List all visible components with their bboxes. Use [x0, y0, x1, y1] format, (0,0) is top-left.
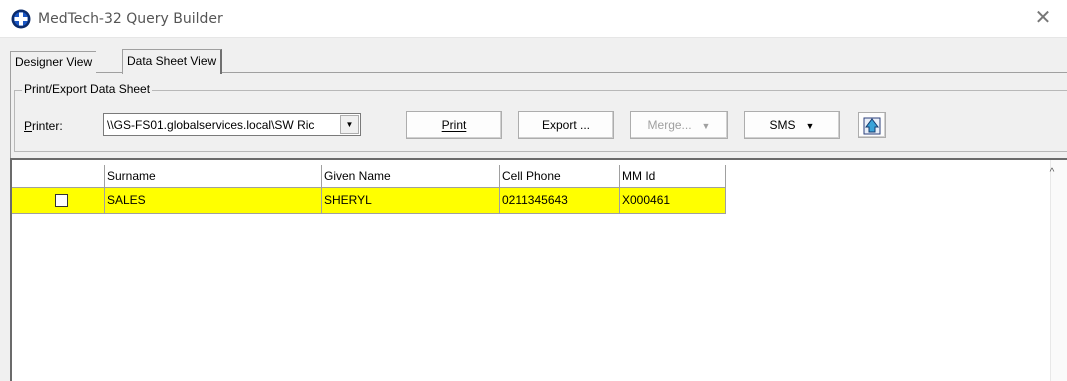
column-header-given-name[interactable]: Given Name — [322, 165, 500, 188]
printer-value: \\GS-FS01.globalservices.local\SW Ric — [107, 118, 315, 132]
tree-upload-button[interactable] — [858, 112, 886, 138]
scroll-up-arrow-icon[interactable]: ^ — [1045, 166, 1059, 180]
table-cell-cell-phone[interactable]: 0211345643 — [500, 188, 620, 214]
tree-upload-icon — [863, 117, 881, 135]
close-icon: ✕ — [1034, 7, 1052, 29]
window-title: MedTech-32 Query Builder — [38, 11, 223, 27]
data-sheet-grid[interactable]: Surname Given Name Cell Phone MM Id SALE… — [10, 158, 1067, 381]
medtech-app-icon — [11, 9, 31, 29]
export-button[interactable]: Export ... — [518, 111, 614, 139]
row-header-corner — [12, 165, 105, 188]
tab-data-sheet-view[interactable]: Data Sheet View — [122, 49, 223, 74]
tab-designer-view[interactable]: Designer View — [10, 51, 97, 73]
table-cell-surname[interactable]: SALES — [105, 188, 322, 214]
table-cell-given-name[interactable]: SHERYL — [322, 188, 500, 214]
table-cell-mm-id[interactable]: X000461 — [620, 188, 726, 214]
row-checkbox[interactable] — [55, 194, 68, 207]
merge-button[interactable]: Merge... ▼ — [630, 111, 728, 139]
vertical-scrollbar[interactable]: ^ — [1050, 160, 1067, 381]
column-header-mm-id[interactable]: MM Id — [620, 165, 726, 188]
close-button[interactable]: ✕ — [1031, 6, 1055, 30]
sms-button[interactable]: SMS ▼ — [744, 111, 840, 139]
column-header-surname[interactable]: Surname — [105, 165, 322, 188]
column-header-cell-phone[interactable]: Cell Phone — [500, 165, 620, 188]
dropdown-arrow-icon[interactable]: ▼ — [340, 115, 359, 134]
chevron-down-icon: ▼ — [701, 121, 711, 131]
group-title: Print/Export Data Sheet — [22, 82, 153, 96]
printer-label: Printer: — [24, 119, 63, 133]
chevron-down-icon: ▼ — [805, 121, 815, 131]
printer-select[interactable]: \\GS-FS01.globalservices.local\SW Ric ▼ — [103, 113, 361, 136]
print-button[interactable]: Print — [406, 111, 502, 139]
title-bar: MedTech-32 Query Builder ✕ — [0, 0, 1067, 38]
tab-strip: Designer View Data Sheet View — [10, 49, 1067, 74]
